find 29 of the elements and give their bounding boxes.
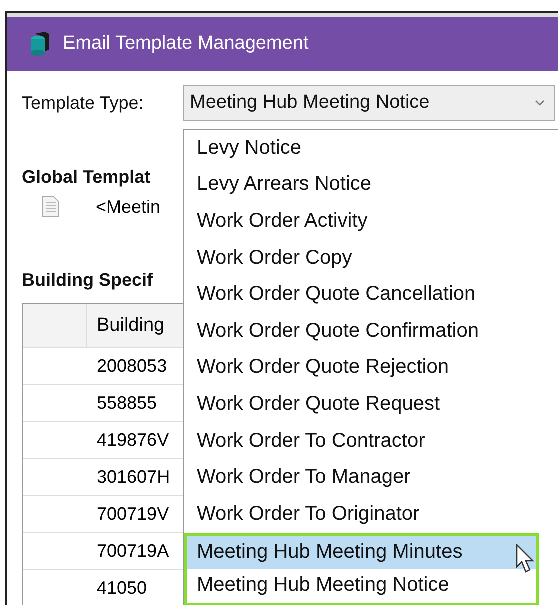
table-cell-text: 558855 xyxy=(96,392,158,414)
section-heading: Building Specif xyxy=(22,270,154,291)
chevron-down-icon xyxy=(534,99,546,107)
table-cell-text: 700719V xyxy=(96,502,170,526)
document-icon xyxy=(42,196,60,218)
dropdown-option[interactable]: Work Order Quote Confirmation xyxy=(184,312,558,350)
dropdown-option[interactable]: Work Order Quote Rejection xyxy=(184,350,558,386)
table-cell-text: 301607H xyxy=(96,466,170,488)
template-type-label: Template Type: xyxy=(22,92,145,114)
dropdown-option[interactable]: Work Order To Contractor xyxy=(184,422,558,460)
window-title: Email Template Management xyxy=(63,33,309,55)
dropdown-option[interactable]: Work Order To Manager xyxy=(184,459,558,496)
template-type-dropdown[interactable]: Meeting Hub Meeting Notice xyxy=(183,85,555,121)
dropdown-option[interactable]: Work Order Copy xyxy=(184,240,558,276)
table-cell-text: 2008053 xyxy=(96,354,168,378)
dropdown-option[interactable]: Levy Arrears Notice xyxy=(184,166,558,204)
dropdown-option[interactable]: Work Order Quote Cancellation xyxy=(184,276,558,313)
dropdown-option[interactable]: Meeting Hub Meeting Notice xyxy=(184,569,539,605)
app-logo-icon xyxy=(29,31,51,57)
section-heading: Global Templat xyxy=(22,167,151,188)
dropdown-option[interactable]: Work Order Quote Request xyxy=(184,386,558,423)
table-cell-text: 41050 xyxy=(96,576,148,600)
template-name[interactable]: <Meetin xyxy=(96,196,161,218)
dropdown-option[interactable]: Work Order Activity xyxy=(184,203,558,240)
column-header[interactable]: Building xyxy=(87,304,165,347)
table-cell-text: 700719A xyxy=(96,540,170,562)
dropdown-option[interactable]: Work Order To Originator xyxy=(184,496,558,533)
dropdown-option[interactable]: Levy Notice xyxy=(184,130,558,167)
table-cell-text: 419876V xyxy=(96,428,170,452)
